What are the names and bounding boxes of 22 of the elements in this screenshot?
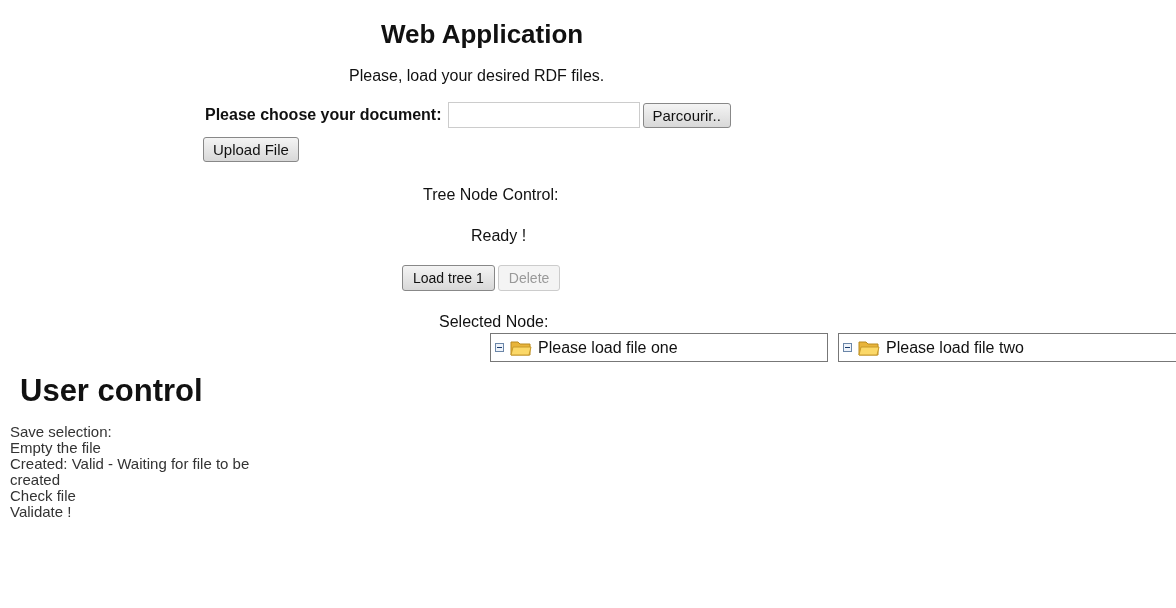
status-line: Check file	[10, 488, 77, 504]
upload-button[interactable]: Upload File	[203, 137, 299, 162]
tree-node[interactable]: Please load file two	[886, 338, 1024, 357]
file-path-field[interactable]	[447, 102, 640, 128]
browse-button[interactable]: Parcourir..	[642, 102, 731, 128]
tree-button[interactable]: Load tree 1	[402, 265, 495, 291]
status-line: Empty the file	[10, 440, 102, 456]
status-line: Validate !	[10, 504, 73, 520]
status-text: Ready !	[471, 227, 527, 245]
selected-node-label: Selected Node:	[439, 313, 549, 331]
status-line: Created: Valid - Waiting for file to be created	[10, 456, 251, 488]
section-label: Tree Node Control:	[423, 186, 559, 204]
intro-text: Please, load your desired RDF files.	[349, 67, 605, 85]
section-title: User control	[20, 372, 203, 410]
collapse-toggle-icon[interactable]	[495, 343, 504, 352]
status-line: Save selection:	[10, 424, 113, 440]
folder-icon	[858, 338, 880, 357]
page-title: Web Application	[381, 18, 584, 50]
collapse-toggle-icon[interactable]	[843, 343, 852, 352]
tree-node[interactable]: Please load file one	[538, 338, 678, 357]
field-label: Please choose your document:	[205, 106, 442, 124]
folder-icon	[510, 338, 532, 357]
